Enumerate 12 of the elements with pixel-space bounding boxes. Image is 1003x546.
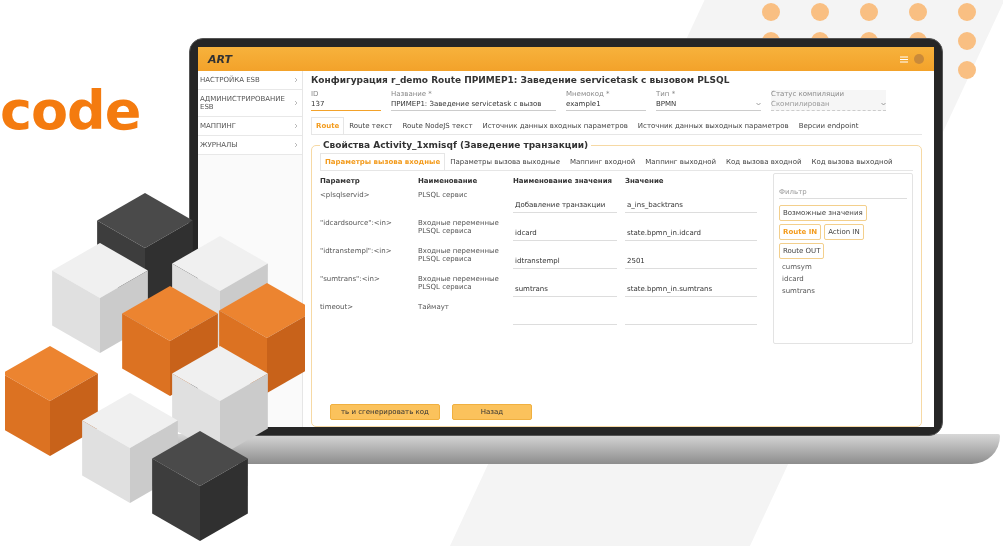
section-title: Свойства Activity_1xmisqf (Заведение транзакции) <box>320 140 592 150</box>
chevron-icon <box>294 123 298 129</box>
page-title: Конфигурация r_demo Route ПРИМЕР1: Заведение servicetask с вызовом PLSQL <box>311 75 731 85</box>
menu-icon[interactable] <box>900 55 908 63</box>
caret-icon <box>756 102 761 106</box>
brand-wordmark: code <box>0 84 141 138</box>
chevron-icon <box>294 100 298 106</box>
caret-icon <box>881 102 886 106</box>
chevron-icon <box>294 142 298 148</box>
chevron-icon <box>294 77 298 83</box>
avatar-icon[interactable] <box>914 54 924 64</box>
app-logo: ART <box>208 52 232 66</box>
